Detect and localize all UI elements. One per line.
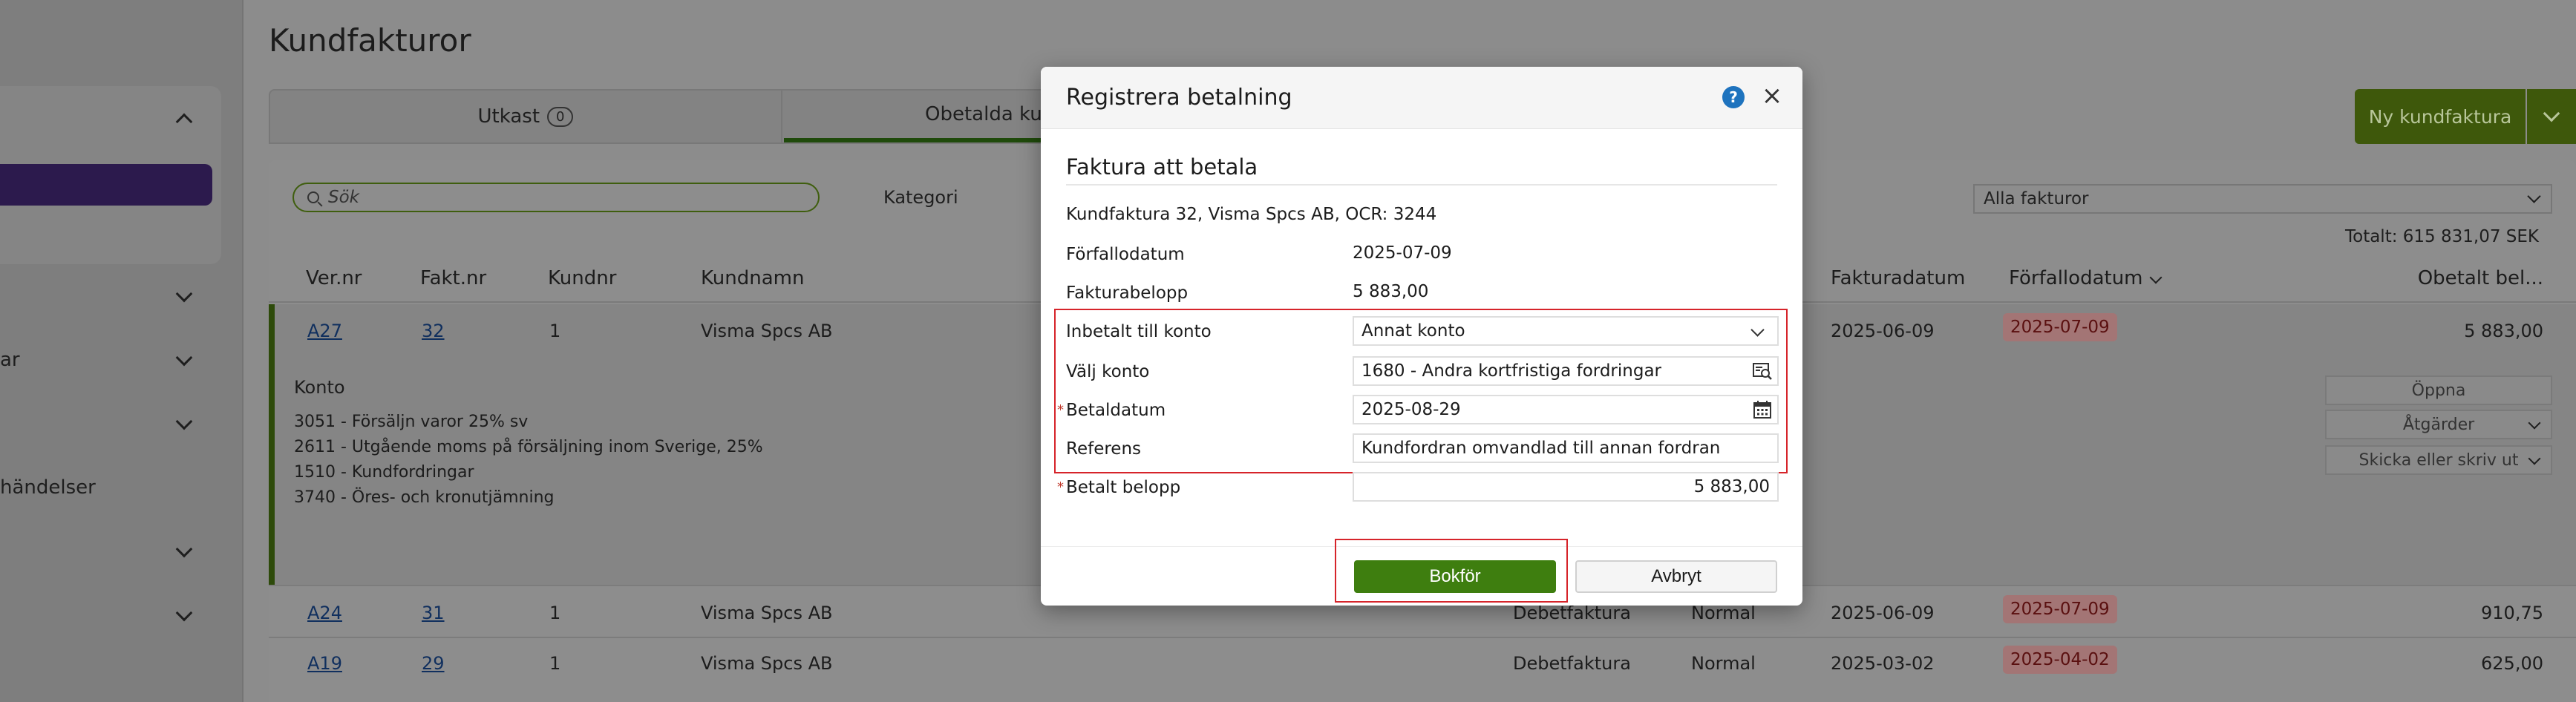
kundnamn-cell: Visma Spcs AB (701, 603, 833, 623)
column-header-faktnr[interactable]: Fakt.nr (420, 267, 486, 289)
type-cell: Debetfaktura (1513, 653, 1631, 674)
column-header-obetalt-belopp[interactable]: Obetalt bel... (2411, 267, 2543, 289)
new-invoice-button[interactable]: Ny kundfaktura (2355, 89, 2526, 144)
column-header-kundnr[interactable]: Kundnr (548, 267, 616, 289)
button-label: Skicka eller skriv ut (2358, 450, 2519, 470)
betalt-belopp-label: Betalt belopp (1066, 478, 1181, 497)
belopp-cell: 910,75 (2481, 603, 2543, 623)
category-filter[interactable]: Kategori (883, 187, 958, 208)
sidebar-item-label[interactable]: händelser (0, 476, 96, 499)
fakt-link[interactable]: 31 (422, 603, 445, 623)
status-cell: Normal (1691, 603, 1756, 623)
konto-title: Konto (294, 377, 345, 398)
total-amount: Totalt: 615 831,07 SEK (2344, 227, 2539, 246)
paid-amount-value: 5 883,00 (1693, 477, 1770, 496)
count-badge: 0 (547, 106, 574, 127)
page-title: Kundfakturor (269, 22, 471, 59)
status-cell: Normal (1691, 653, 1756, 674)
type-cell: Debetfaktura (1513, 603, 1631, 623)
filter-value: Alla fakturor (1984, 189, 2089, 209)
fakturabelopp-value: 5 883,00 (1353, 282, 1429, 301)
sidebar-item-label[interactable]: ar (0, 349, 20, 371)
tab-label: Utkast (477, 105, 540, 128)
chevron-down-icon (2528, 416, 2541, 430)
paid-amount-input[interactable]: 5 883,00 (1353, 472, 1779, 502)
tab-utkast[interactable]: Utkast 0 (270, 91, 782, 142)
dialog-title: Registrera betalning (1066, 85, 1292, 111)
chevron-down-icon (2543, 105, 2560, 122)
chevron-down-icon (2527, 189, 2541, 203)
konto-line: 2611 - Utgående moms på försäljning inom… (294, 438, 763, 456)
column-header-forfallodatum[interactable]: Förfallodatum (2009, 267, 2143, 289)
kundnr-cell: 1 (549, 653, 561, 674)
overdue-badge: 2025-04-02 (2003, 646, 2117, 674)
dialog-header: Registrera betalning ? × (1041, 67, 1802, 129)
fakt-link[interactable]: 32 (422, 321, 445, 341)
required-mark: * (1057, 479, 1064, 495)
kundnr-cell: 1 (549, 603, 561, 623)
chevron-down-icon (2528, 452, 2541, 465)
new-invoice-dropdown-button[interactable] (2527, 89, 2576, 144)
column-header-fakturadatum[interactable]: Fakturadatum (1831, 267, 1965, 289)
konto-line: 1510 - Kundfordringar (294, 463, 474, 482)
sidebar-item-active[interactable] (0, 164, 212, 206)
konto-line: 3051 - Försäljn varor 25% sv (294, 413, 529, 431)
kundnamn-cell: Visma Spcs AB (701, 321, 833, 341)
button-label: Åtgärder (2402, 415, 2475, 434)
konto-line: 3740 - Öres- och kronutjämning (294, 488, 555, 507)
fakturabelopp-label: Fakturabelopp (1066, 283, 1189, 303)
invoice-filter-select[interactable]: Alla fakturor (1973, 184, 2552, 214)
forfallodatum-value: 2025-07-09 (1353, 243, 1452, 263)
open-button[interactable]: Öppna (2325, 375, 2552, 405)
avbryt-button[interactable]: Avbryt (1575, 560, 1777, 593)
button-label: Öppna (2411, 381, 2466, 400)
fakturadatum-cell: 2025-06-09 (1831, 321, 1935, 341)
belopp-cell: 5 883,00 (2464, 321, 2543, 341)
section-title: Faktura att betala (1066, 154, 1258, 180)
column-header-kundnamn[interactable]: Kundnamn (701, 267, 804, 289)
kundnr-cell: 1 (549, 321, 561, 341)
bokfor-button[interactable]: Bokför (1354, 560, 1556, 593)
search-placeholder: Sök (328, 188, 359, 207)
kundnamn-cell: Visma Spcs AB (701, 653, 833, 674)
overdue-badge: 2025-07-09 (2003, 595, 2117, 623)
forfallodatum-label: Förfallodatum (1066, 245, 1185, 264)
search-icon (307, 191, 319, 203)
invoice-info: Kundfaktura 32, Visma Spcs AB, OCR: 3244 (1066, 205, 1437, 224)
overdue-badge: 2025-07-09 (2003, 313, 2117, 341)
ver-link[interactable]: A24 (307, 603, 342, 623)
actions-dropdown[interactable]: Åtgärder (2325, 410, 2552, 439)
fakturadatum-cell: 2025-06-09 (1831, 603, 1935, 623)
column-header-vernr[interactable]: Ver.nr (306, 267, 362, 289)
ver-link[interactable]: A27 (307, 321, 342, 341)
belopp-cell: 625,00 (2481, 653, 2543, 674)
help-icon[interactable]: ? (1722, 86, 1745, 108)
section-divider (1066, 184, 1777, 186)
search-input[interactable]: Sök (292, 183, 820, 212)
close-icon[interactable]: × (1759, 83, 1785, 108)
register-payment-dialog: Registrera betalning ? × Faktura att bet… (1041, 67, 1802, 606)
send-print-dropdown[interactable]: Skicka eller skriv ut (2325, 445, 2552, 475)
fakt-link[interactable]: 29 (422, 653, 445, 674)
fakturadatum-cell: 2025-03-02 (1831, 653, 1935, 674)
highlight-box-fields (1054, 309, 1788, 473)
row-divider (269, 637, 2576, 638)
ver-link[interactable]: A19 (307, 653, 342, 674)
